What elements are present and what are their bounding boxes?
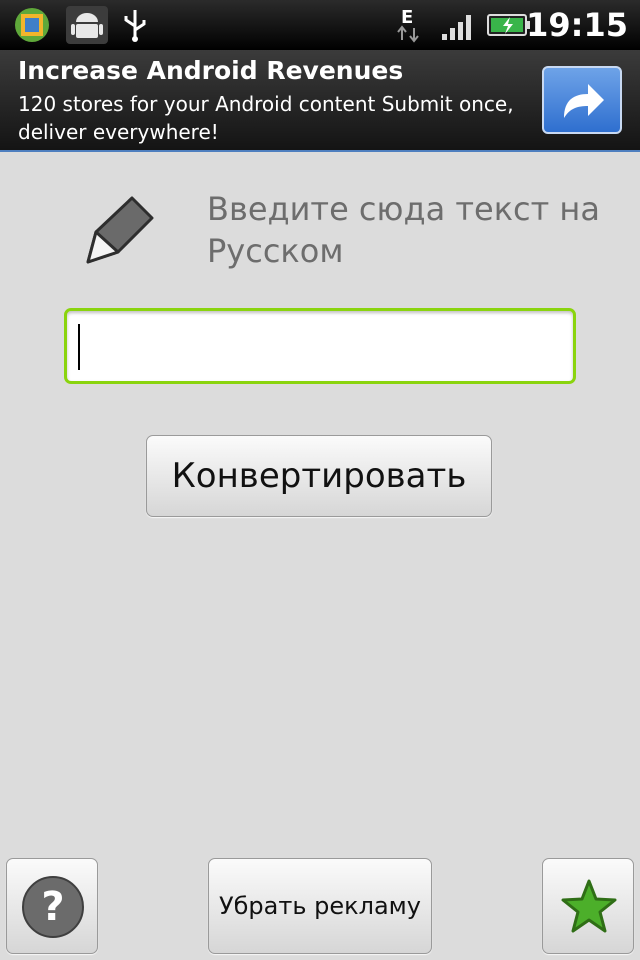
signal-icon [442, 15, 471, 40]
app-icon[interactable] [12, 6, 52, 44]
star-icon [561, 879, 617, 933]
ad-text: 120 stores for your Android content Subm… [18, 92, 514, 144]
clock: 19:15 [526, 6, 628, 44]
network-e-icon: E [397, 7, 419, 43]
convert-button[interactable]: Конвертировать [146, 435, 492, 517]
usb-icon [124, 10, 146, 42]
remove-ads-button[interactable]: Убрать рекламу [208, 858, 432, 954]
android-icon[interactable] [66, 6, 108, 44]
status-bar: E 19:15 [0, 0, 640, 50]
network-type-label: E [401, 7, 413, 28]
prompt-text: Введите сюда текст на Русском [207, 190, 600, 270]
russian-text-input[interactable] [64, 308, 576, 384]
help-button[interactable]: ? [6, 858, 98, 954]
question-icon: ? [22, 876, 84, 938]
battery-charging-icon [487, 14, 530, 36]
ad-banner[interactable]: Increase Android Revenues 120 stores for… [0, 50, 640, 152]
svg-text:?: ? [41, 884, 64, 930]
ad-open-button[interactable] [542, 66, 622, 134]
text-cursor [78, 324, 80, 370]
ad-title: Increase Android Revenues [18, 56, 404, 85]
pencil-icon [86, 196, 154, 264]
share-arrow-icon [564, 84, 604, 118]
favorite-button[interactable] [542, 858, 634, 954]
